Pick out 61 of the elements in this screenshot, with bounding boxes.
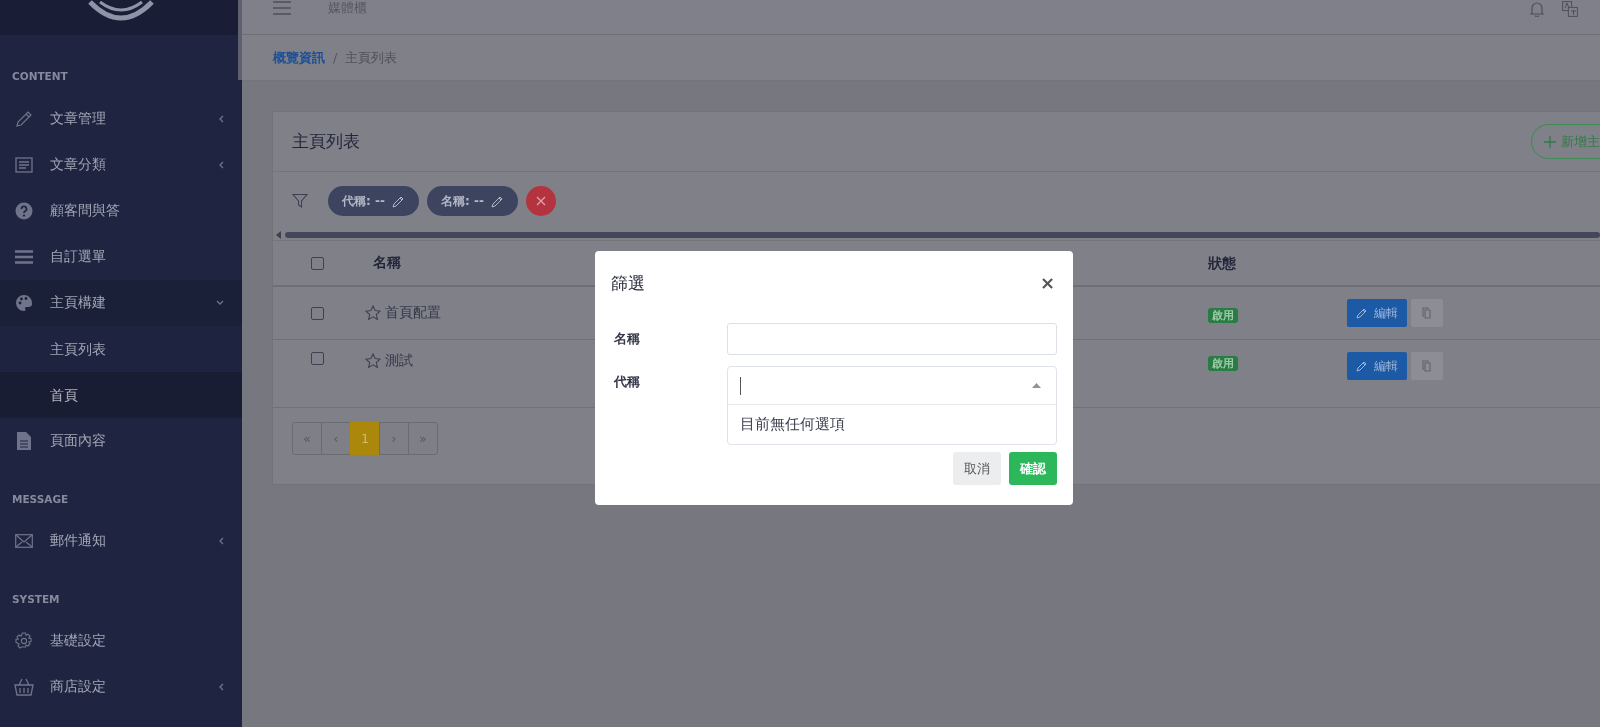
pencil-icon <box>15 110 33 128</box>
bell-icon[interactable] <box>1530 1 1544 17</box>
pencil-icon <box>391 194 405 208</box>
sidebar-item[interactable]: 自訂選單 <box>0 234 242 280</box>
filter-icon[interactable] <box>292 193 308 209</box>
menu-icon[interactable] <box>273 1 291 15</box>
section-heading: SYSTEM <box>11 592 61 607</box>
field-label: 代稱 <box>612 373 641 391</box>
filter-chip[interactable]: 代稱: -- <box>328 186 419 216</box>
envelope-icon <box>15 534 33 548</box>
table-cell: 首頁配置 <box>385 304 441 322</box>
submenu-item[interactable]: 首頁 <box>0 372 242 418</box>
pencil-icon <box>490 194 504 208</box>
sidebar-item[interactable]: 頁面內容 <box>0 418 242 464</box>
pencil-icon <box>1356 307 1368 319</box>
sidebar-item[interactable]: 顧客問與答 <box>0 188 242 234</box>
basket-icon <box>14 678 34 696</box>
status-badge: 啟用 <box>1208 307 1238 323</box>
status-badge: 啟用 <box>1208 356 1238 371</box>
copy-icon <box>1422 307 1432 319</box>
checkbox[interactable] <box>311 352 324 365</box>
close-button[interactable]: × <box>1037 273 1057 293</box>
breadcrumb-separator: / <box>333 50 338 65</box>
table-cell: 測試 <box>385 352 413 370</box>
copy-button[interactable] <box>1411 352 1443 380</box>
file-icon <box>17 432 31 450</box>
sidebar-item[interactable]: 郵件通知 <box>0 518 242 564</box>
copy-button[interactable] <box>1411 299 1443 327</box>
sidebar-item[interactable]: 文章分類 <box>0 142 242 188</box>
palette-icon <box>15 294 33 312</box>
help-icon <box>15 202 33 220</box>
sidebar-item[interactable]: 主頁構建 <box>0 280 242 326</box>
checkbox[interactable] <box>311 256 324 270</box>
clear-filters-button[interactable] <box>525 186 556 216</box>
card-title: 主頁列表 <box>292 130 360 153</box>
sidebar-item[interactable]: 商店設定 <box>0 664 242 710</box>
sidebar-item[interactable]: 基礎設定 <box>0 618 242 664</box>
pencil-icon <box>1356 360 1368 372</box>
plus-icon <box>1544 135 1556 148</box>
field-label: 名稱 <box>613 330 641 348</box>
settings-icon <box>15 632 33 650</box>
star-icon[interactable] <box>365 305 381 321</box>
sidebar-item[interactable]: 文章管理 <box>0 96 242 142</box>
input-field[interactable] <box>727 323 1057 355</box>
column-header: 名稱 <box>373 254 401 272</box>
column-header: 狀態 <box>1208 255 1236 271</box>
cancel-button[interactable]: 取消 <box>953 452 1001 485</box>
section-heading: CONTENT <box>11 69 69 84</box>
dialog-title: 篩選 <box>611 272 645 295</box>
edit-button[interactable]: 編輯 <box>1347 299 1407 327</box>
filter-chip[interactable]: 名稱: -- <box>426 186 518 216</box>
edit-button[interactable]: 編輯 <box>1347 352 1407 380</box>
translate-icon[interactable] <box>1562 1 1578 17</box>
close-icon <box>535 196 546 206</box>
document-icon <box>15 157 33 173</box>
star-icon[interactable] <box>365 353 381 369</box>
copy-icon <box>1422 360 1432 372</box>
list-icon <box>15 250 33 264</box>
section-heading: MESSAGE <box>11 492 70 507</box>
empty-message: 目前無任何選項 <box>740 415 846 434</box>
checkbox[interactable] <box>311 306 324 320</box>
